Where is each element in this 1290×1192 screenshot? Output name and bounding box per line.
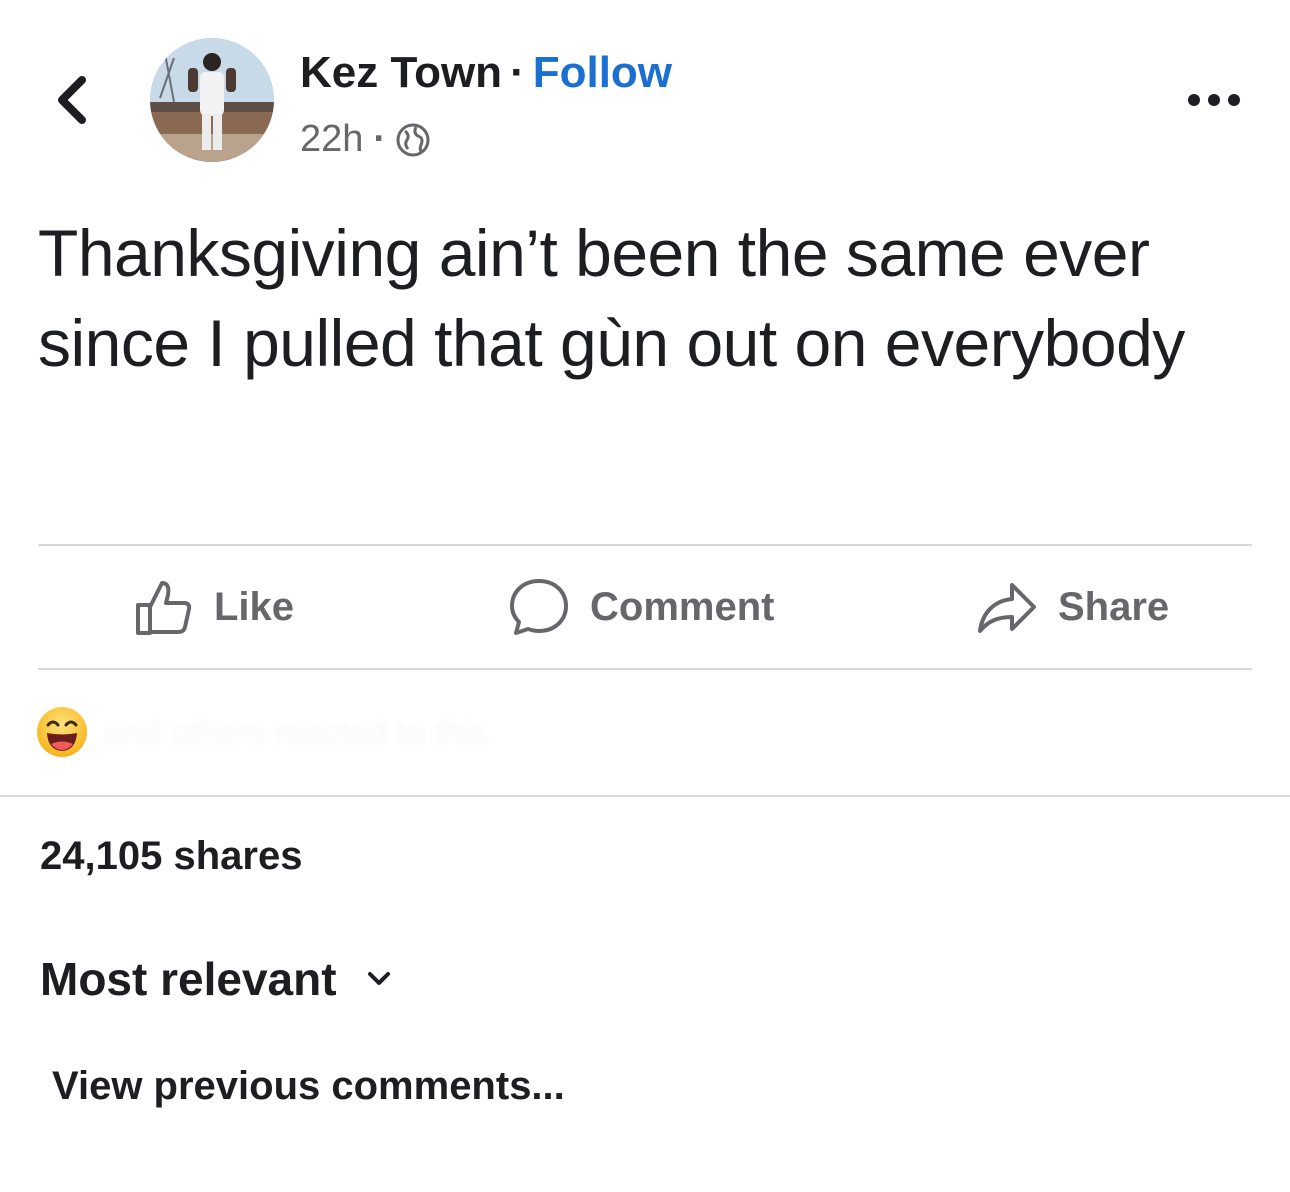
share-arrow-icon	[978, 583, 1036, 633]
share-label: Share	[1058, 584, 1170, 629]
avatar[interactable]	[150, 38, 274, 162]
author-name[interactable]: Kez Town	[300, 48, 502, 97]
chevron-left-icon	[58, 76, 86, 124]
laughing-emoji-icon	[37, 707, 87, 757]
shares-count[interactable]: 24,105 shares	[40, 834, 302, 879]
divider	[38, 544, 1252, 546]
profile-photo	[150, 38, 274, 162]
globe-icon	[396, 123, 430, 156]
post-text: Thanksgiving ain’t been the same ever si…	[38, 216, 1185, 380]
divider	[38, 668, 1252, 670]
follow-button[interactable]: Follow	[533, 48, 672, 97]
comment-sort-dropdown[interactable]: Most relevant	[40, 952, 391, 1006]
comment-label: Comment	[590, 584, 775, 629]
more-dots-icon	[1188, 94, 1240, 106]
like-label: Like	[214, 584, 295, 629]
reactions-button[interactable]	[36, 706, 88, 758]
comment-bubble-icon	[510, 579, 568, 635]
timestamp[interactable]: 22h	[300, 118, 363, 161]
back-button[interactable]	[50, 72, 98, 128]
comment-button[interactable]: Comment	[508, 576, 774, 638]
separator: ·	[510, 48, 525, 97]
meta-separator: ·	[373, 118, 387, 160]
post-meta: 22h ·	[300, 118, 430, 161]
like-button[interactable]: Like	[134, 576, 294, 638]
sort-label: Most relevant	[40, 953, 337, 1005]
view-previous-comments-link[interactable]: View previous comments...	[52, 1064, 565, 1109]
thumbs-up-icon	[136, 581, 192, 635]
chevron-down-icon	[367, 972, 390, 985]
author-line: Kez Town · Follow	[300, 48, 672, 98]
divider	[0, 795, 1290, 797]
share-button[interactable]: Share	[976, 576, 1169, 638]
more-options-button[interactable]	[1186, 86, 1246, 114]
reactions-summary[interactable]: and others reacted to this	[104, 714, 488, 753]
